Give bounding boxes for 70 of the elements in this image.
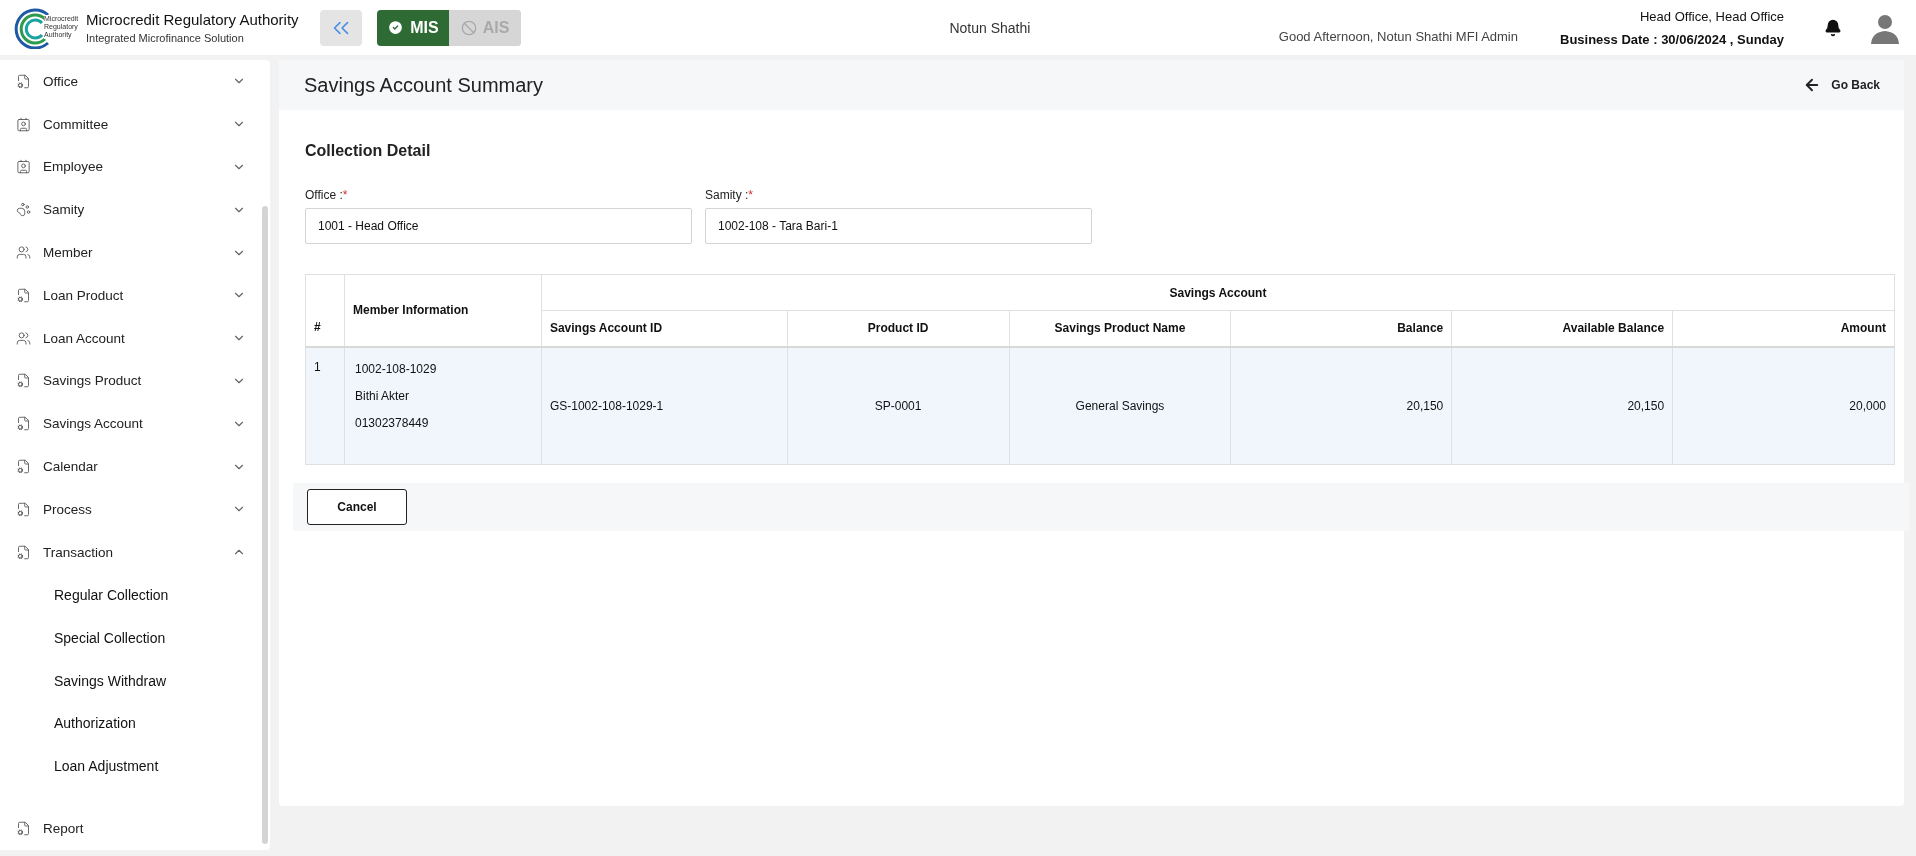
page-title: Savings Account Summary	[304, 73, 543, 97]
select-field[interactable]: 1001 - Head Office	[305, 208, 692, 244]
go-back-button[interactable]: Go Back	[1803, 76, 1880, 94]
group-header: Savings Account	[541, 274, 1895, 311]
ban-icon	[460, 19, 477, 36]
contact-card-icon	[16, 116, 31, 132]
contact-card-icon	[16, 159, 31, 175]
document-icon	[16, 459, 31, 475]
sidebar-item[interactable]: Employee	[0, 145, 262, 189]
office-name: Head Office, Head Office	[1639, 8, 1784, 24]
column-header: Amount	[1672, 310, 1895, 347]
table-cell: General Savings	[1009, 346, 1231, 464]
sidebar-item[interactable]: Savings Account	[0, 402, 262, 446]
column-header: Member Information	[344, 274, 542, 347]
organization-subtitle: Integrated Microfinance Solution	[86, 32, 245, 44]
sidebar-item[interactable]: Calendar	[0, 445, 262, 488]
table-cell: SP-0001	[787, 346, 1010, 464]
field-label: Office :*	[305, 188, 349, 202]
sidebar-item[interactable]: Report	[0, 807, 262, 851]
column-header: Savings Product Name	[1009, 310, 1231, 347]
field-label: Samity :*	[705, 188, 754, 202]
column-header: Savings Account ID	[541, 310, 788, 347]
collapse-sidebar-button[interactable]	[320, 9, 362, 46]
column-header: Balance	[1230, 310, 1452, 347]
institution-name: Notun Shathi	[949, 19, 1031, 36]
document-icon	[16, 373, 31, 389]
sidebar-item[interactable]: Samity	[0, 188, 262, 232]
column-header: #	[305, 274, 345, 347]
notification-bell-icon[interactable]	[1824, 18, 1842, 37]
organization-name: Microcredit Regulatory Authority	[86, 11, 299, 28]
member-info-text: 01302378449	[355, 415, 430, 430]
sidebar-subitem[interactable]: Authorization	[0, 701, 262, 745]
document-icon	[16, 821, 31, 837]
sidebar-item[interactable]: Committee	[0, 102, 262, 146]
document-icon	[16, 501, 31, 517]
sidebar-item[interactable]: Process	[0, 487, 262, 531]
column-header: Product ID	[787, 310, 1010, 347]
sidebar-item[interactable]: Savings Product	[0, 359, 262, 403]
sidebar-item[interactable]: Member	[0, 231, 262, 274]
cancel-button[interactable]: Cancel	[307, 488, 407, 525]
sidebar-subitem[interactable]: Regular Collection	[0, 573, 262, 617]
table-cell: 20,150	[1451, 346, 1673, 464]
business-date: Business Date : 30/06/2024 , Sunday	[1560, 31, 1784, 47]
paw-icon	[16, 202, 31, 218]
member-info-text: 1002-108-1029	[355, 361, 438, 376]
document-icon	[16, 544, 31, 560]
module-tab[interactable]: MIS	[377, 9, 449, 46]
member-info-text: Bithi Akter	[355, 388, 410, 403]
table-cell: 20,150	[1230, 346, 1452, 464]
document-icon	[16, 73, 31, 89]
check-circle-icon	[387, 19, 405, 36]
column-header: Available Balance	[1451, 310, 1673, 347]
table-cell: GS-1002-108-1029-1	[541, 346, 788, 464]
sidebar-subitem[interactable]: Loan Adjustment	[0, 744, 262, 788]
table-cell: 1	[305, 346, 345, 464]
document-icon	[16, 287, 31, 303]
users-icon	[16, 245, 31, 261]
scrollbar-thumb[interactable]	[262, 206, 268, 844]
sidebar-item[interactable]: Loan Product	[0, 274, 262, 317]
greeting-text: Good Afternoon, Notun Shathi MFI Admin	[1278, 29, 1518, 44]
sidebar-item[interactable]: Office	[0, 60, 262, 103]
table-cell: 20,000	[1672, 346, 1895, 464]
users-icon	[16, 330, 31, 346]
document-icon	[16, 416, 31, 432]
sidebar-item[interactable]: Loan Account	[0, 316, 262, 360]
sidebar-subitem[interactable]: Savings Withdraw	[0, 659, 262, 702]
sidebar-subitem[interactable]: Special Collection	[0, 616, 262, 660]
section-title: Collection Detail	[305, 142, 432, 160]
sidebar-item[interactable]: Transaction	[0, 530, 262, 574]
select-field[interactable]: 1002-108 - Tara Bari-1	[705, 208, 1092, 244]
